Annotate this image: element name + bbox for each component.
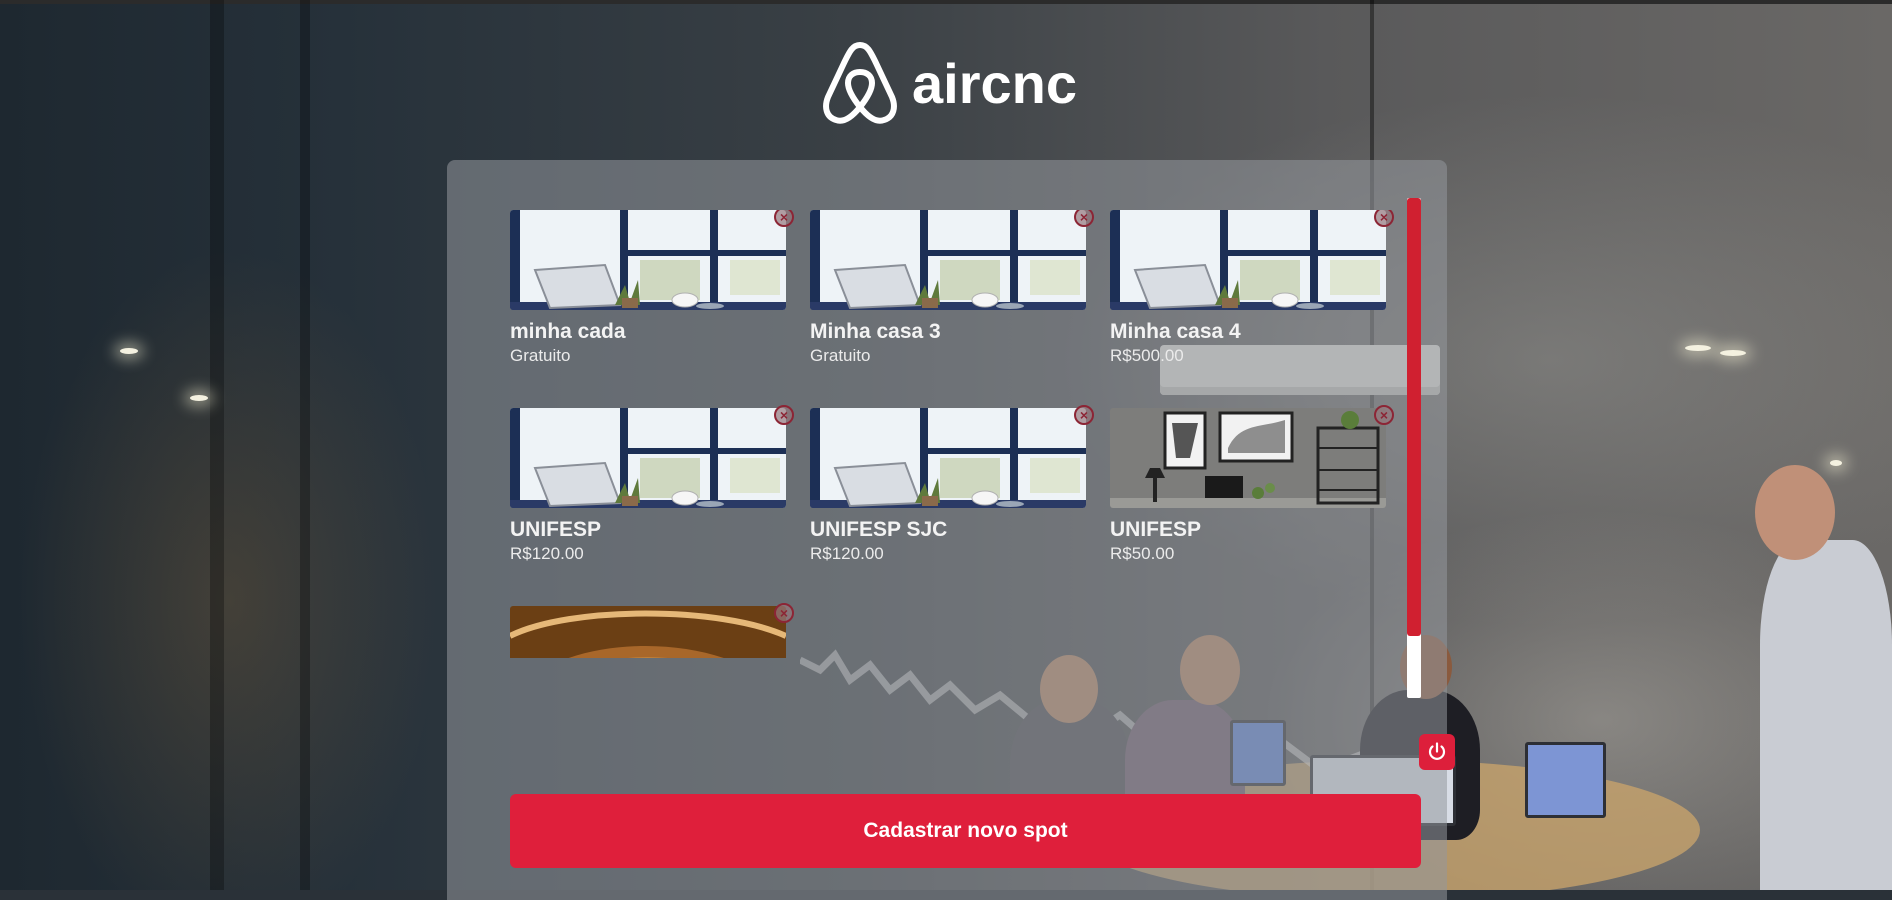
scrollbar-thumb[interactable] [1407,198,1421,636]
delete-spot-icon[interactable]: × [774,210,794,227]
spot-title: Minha casa 3 [810,320,941,343]
ceiling-light [1830,460,1842,466]
spot-price: R$50.00 [1110,544,1175,563]
airbnb-belo-icon [823,42,897,124]
spot-list[interactable]: minha cada Gratuito × Minha casa 3 Gratu… [510,210,1410,658]
spot-title: Minha casa 4 [1110,320,1241,343]
spots-panel: minha cada Gratuito × Minha casa 3 Gratu… [447,160,1455,900]
delete-spot-icon[interactable]: × [1374,405,1394,425]
glass-frame [210,0,224,890]
delete-spot-icon[interactable]: × [774,603,794,623]
spot-price: R$120.00 [810,544,884,563]
person-head [1755,465,1835,560]
app-name: aircnc [912,51,1077,115]
app-logo: aircnc [822,40,1077,126]
scrollbar[interactable] [1407,198,1421,698]
spot-title: UNIFESP [1110,518,1202,541]
spot-thumbnail [1110,210,1386,310]
spot-price: Gratuito [810,346,871,365]
spot-card[interactable] [510,606,786,658]
top-edge [0,0,1892,4]
spot-thumbnail [510,408,786,508]
spot-thumbnail [510,210,786,310]
spot-thumbnail [1110,408,1386,508]
laptop [1525,742,1606,818]
new-spot-button[interactable]: Cadastrar novo spot [510,794,1421,868]
spot-card[interactable]: UNIFESP R$120.00 [510,408,786,564]
spot-title: UNIFESP [510,518,602,541]
spot-price: R$500.00 [1110,346,1184,365]
power-icon [1428,742,1446,760]
delete-spot-icon[interactable]: × [1374,210,1394,227]
ceiling-light [120,348,138,354]
spot-card[interactable]: UNIFESP SJC R$120.00 [810,408,1086,564]
glass-frame [300,0,310,890]
person-standing [1760,540,1892,890]
logout-button[interactable] [1419,734,1455,770]
spot-card[interactable]: UNIFESP R$50.00 [1110,408,1386,564]
spot-price: Gratuito [510,346,571,365]
delete-spot-icon[interactable]: × [1074,210,1094,227]
spot-thumbnail [810,210,1086,310]
spot-thumbnail [510,606,786,658]
spot-title: minha cada [510,320,626,343]
ceiling-light [1685,345,1711,351]
spot-price: R$120.00 [510,544,584,563]
spot-card[interactable]: minha cada Gratuito [510,210,786,366]
spot-thumbnail [810,408,1086,508]
spot-card[interactable]: Minha casa 4 R$500.00 [1110,210,1386,366]
delete-spot-icon[interactable]: × [774,405,794,425]
ceiling-light [190,395,208,401]
spot-card[interactable]: Minha casa 3 Gratuito [810,210,1086,366]
spot-title: UNIFESP SJC [810,518,948,541]
delete-spot-icon[interactable]: × [1074,405,1094,425]
ceiling-light [1720,350,1746,356]
